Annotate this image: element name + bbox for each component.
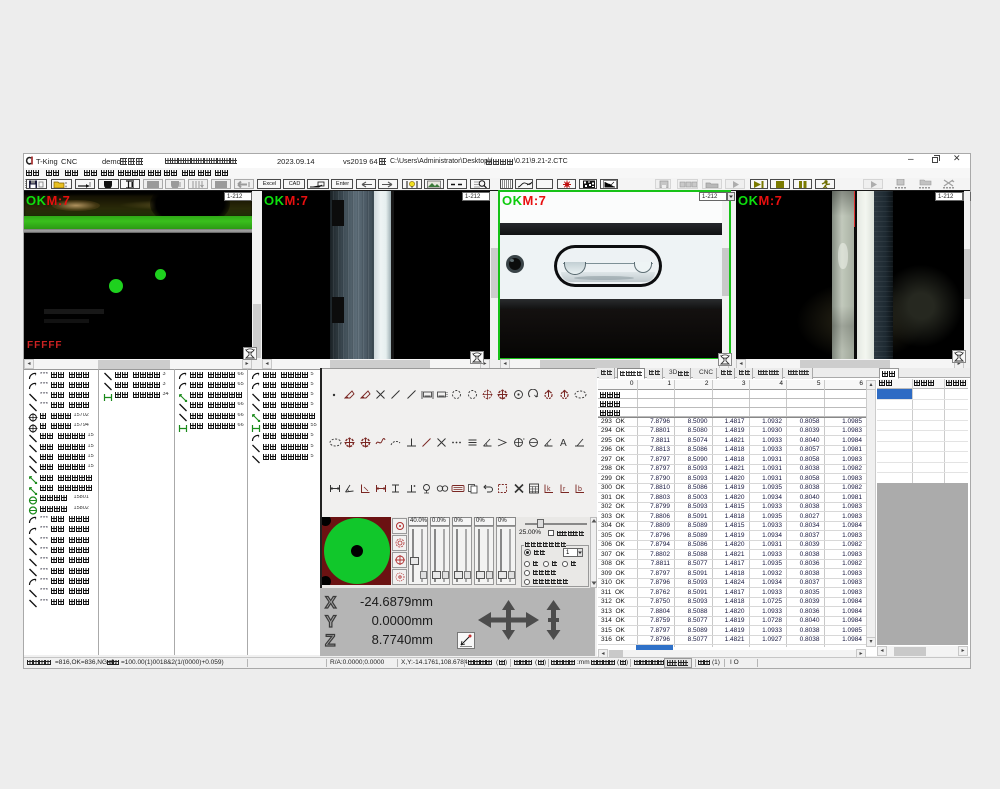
svg-text:A: A (560, 438, 567, 448)
svg-text:X: X (325, 593, 337, 610)
svg-text:b: b (578, 486, 582, 493)
svg-text:r: r (563, 486, 566, 493)
svg-text:Z: Z (325, 631, 335, 648)
svg-text:Y: Y (325, 612, 337, 629)
svg-text:k: k (547, 486, 551, 493)
